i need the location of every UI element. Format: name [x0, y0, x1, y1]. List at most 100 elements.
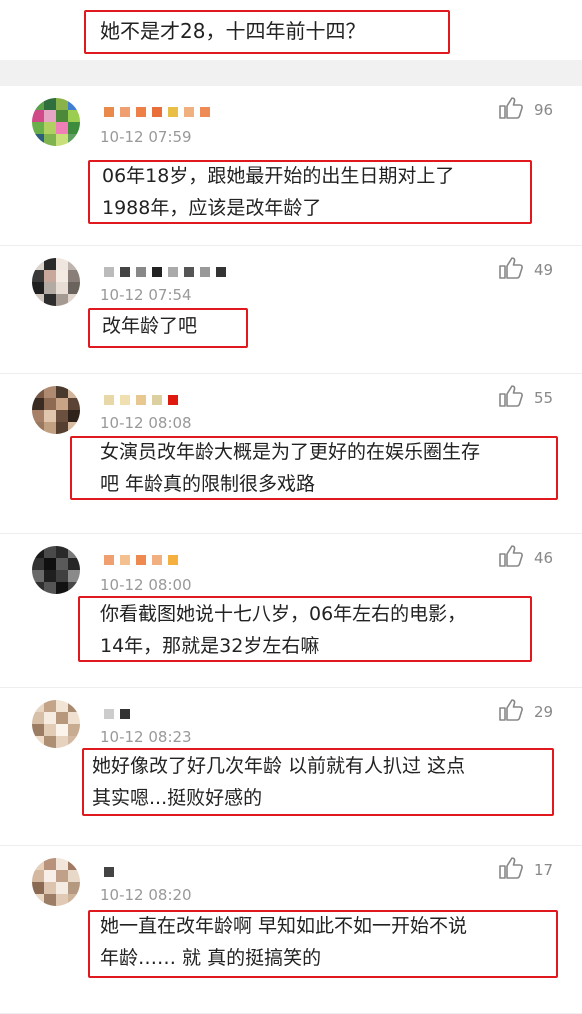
thumbs-up-icon: [498, 384, 524, 412]
like-button[interactable]: 46: [498, 544, 553, 572]
comment-body: 你看截图她说十七八岁，06年左右的电影， 14年，那就是32岁左右嘛: [100, 598, 466, 662]
avatar-pixel: [44, 724, 56, 736]
thumbs-up-icon: [498, 544, 524, 572]
like-count: 55: [534, 389, 554, 407]
avatar-pixel: [68, 386, 80, 398]
username-mosaic-block: [216, 267, 226, 277]
thumbs-up-icon: [498, 96, 524, 124]
comment-timestamp: 10-12 07:59: [100, 128, 192, 146]
avatar-pixel: [56, 858, 68, 870]
username-redacted[interactable]: [104, 104, 210, 120]
avatar-pixel: [44, 700, 56, 712]
avatar-pixel: [68, 122, 80, 134]
comment-body: 06年18岁，跟她最开始的出生日期对上了 1988年，应该是改年龄了: [102, 160, 454, 224]
like-button[interactable]: 29: [498, 698, 553, 726]
username-redacted[interactable]: [104, 264, 226, 280]
avatar-pixel: [68, 882, 80, 894]
like-button[interactable]: 55: [498, 384, 553, 412]
username-mosaic-block: [104, 867, 114, 877]
avatar[interactable]: [32, 98, 80, 146]
avatar[interactable]: [32, 386, 80, 434]
avatar-pixel: [44, 894, 56, 906]
avatar-pixel: [56, 712, 68, 724]
comment-body: 她好像改了好几次年龄 以前就有人扒过 这点 其实嗯...挺败好感的: [92, 750, 465, 814]
comment-timestamp: 10-12 08:23: [100, 728, 192, 746]
avatar-pixel: [44, 858, 56, 870]
avatar[interactable]: [32, 700, 80, 748]
comment-body: 她一直在改年龄啊 早知如此不如一开始不说 年龄…… 就 真的挺搞笑的: [100, 910, 467, 974]
avatar-pixel: [32, 870, 44, 882]
comment-timestamp: 10-12 07:54: [100, 286, 192, 304]
comment-body-line: 1988年，应该是改年龄了: [102, 197, 322, 219]
avatar-pixel: [32, 282, 44, 294]
avatar-pixel: [32, 98, 44, 110]
comment-body: 改年龄了吧: [102, 310, 197, 342]
username-mosaic-block: [152, 107, 162, 117]
avatar-pixel: [44, 386, 56, 398]
avatar-pixel: [56, 870, 68, 882]
avatar-pixel: [56, 546, 68, 558]
avatar[interactable]: [32, 546, 80, 594]
username-redacted[interactable]: [104, 706, 130, 722]
username-mosaic-block: [104, 395, 114, 405]
avatar-pixel: [68, 110, 80, 122]
username-mosaic-block: [184, 107, 194, 117]
avatar-pixel: [68, 294, 80, 306]
avatar-pixel: [44, 122, 56, 134]
avatar-pixel: [32, 546, 44, 558]
username-mosaic-block: [200, 267, 210, 277]
comment-item: 10-12 08:23 29 她好像改了好几次年龄 以前就有人扒过 这点 其实嗯...…: [0, 688, 582, 846]
avatar[interactable]: [32, 858, 80, 906]
like-button[interactable]: 17: [498, 856, 553, 884]
comment-body: 女演员改年龄大概是为了更好的在娱乐圈生存吧 年龄真的限制很多戏路: [100, 436, 480, 500]
avatar-pixel: [68, 736, 80, 748]
avatar-pixel: [68, 134, 80, 146]
avatar-pixel: [68, 282, 80, 294]
avatar-pixel: [56, 410, 68, 422]
username-mosaic-block: [168, 555, 178, 565]
username-redacted[interactable]: [104, 552, 178, 568]
avatar-pixel: [68, 582, 80, 594]
comment-body-line: 年龄…… 就 真的挺搞笑的: [100, 947, 322, 969]
avatar-pixel: [32, 258, 44, 270]
avatar-pixel: [56, 700, 68, 712]
top-comment: 她不是才28，十四年前十四？: [0, 0, 582, 60]
comment-timestamp: 10-12 08:00: [100, 576, 192, 594]
avatar-pixel: [32, 410, 44, 422]
avatar[interactable]: [32, 258, 80, 306]
comment-item: 10-12 08:08 55 女演员改年龄大概是为了更好的在娱乐圈生存吧 年龄真的限…: [0, 374, 582, 534]
username-mosaic-block: [104, 267, 114, 277]
avatar-pixel: [44, 570, 56, 582]
comment-item: 10-12 08:20 17 她一直在改年龄啊 早知如此不如一开始不说 年龄…… 就 …: [0, 846, 582, 1014]
username-mosaic-block: [120, 107, 130, 117]
avatar-pixel: [68, 270, 80, 282]
avatar-pixel: [44, 110, 56, 122]
avatar-pixel: [44, 422, 56, 434]
avatar-pixel: [56, 558, 68, 570]
username-redacted[interactable]: [104, 392, 178, 408]
avatar-pixel: [68, 422, 80, 434]
avatar-pixel: [68, 570, 80, 582]
username-mosaic-block: [104, 107, 114, 117]
like-button[interactable]: 49: [498, 256, 553, 284]
avatar-pixel: [56, 570, 68, 582]
avatar-pixel: [44, 410, 56, 422]
avatar-pixel: [56, 882, 68, 894]
avatar-pixel: [68, 700, 80, 712]
avatar-pixel: [68, 398, 80, 410]
avatar-pixel: [56, 386, 68, 398]
avatar-pixel: [32, 386, 44, 398]
avatar-pixel: [56, 736, 68, 748]
username-mosaic-block: [120, 395, 130, 405]
like-button[interactable]: 96: [498, 96, 553, 124]
avatar-pixel: [68, 712, 80, 724]
username-redacted[interactable]: [104, 864, 114, 880]
section-divider: [0, 60, 582, 86]
avatar-pixel: [68, 258, 80, 270]
username-mosaic-block: [200, 107, 210, 117]
avatar-pixel: [68, 410, 80, 422]
username-mosaic-block: [136, 107, 146, 117]
username-mosaic-block: [184, 267, 194, 277]
username-mosaic-block: [136, 555, 146, 565]
comment-body-line: 你看截图她说十七八岁，06年左右的电影，: [100, 603, 467, 625]
